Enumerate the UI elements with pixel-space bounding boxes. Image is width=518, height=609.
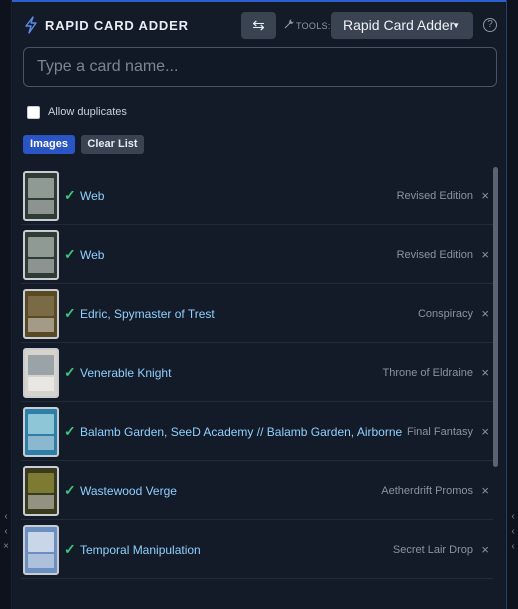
card-list-scrollbar[interactable] (493, 167, 498, 467)
check-icon: ✓ (64, 187, 76, 203)
card-list: ✓ Web Revised Edition × ✓ Web Revised Edition ×… (21, 166, 493, 609)
card-art (28, 178, 54, 198)
card-name-link[interactable]: Web (80, 189, 104, 203)
card-thumbnail[interactable] (23, 289, 59, 339)
card-text-box (28, 377, 54, 391)
images-button[interactable]: Images (23, 135, 75, 154)
app-frame: ‹ ‹ × ‹ ‹ ‹ RAPID CARD ADDER ⇆ TOOLS: Ra… (0, 0, 518, 609)
check-icon: ✓ (64, 423, 76, 439)
check-icon: ✓ (64, 246, 76, 262)
help-icon[interactable]: ? (483, 18, 497, 32)
card-art (28, 237, 54, 257)
chevron-left-icon[interactable]: ‹ (4, 525, 7, 538)
check-icon: ✓ (64, 541, 76, 557)
card-row[interactable]: ✓ Venerable Knight Throne of Eldraine × (21, 343, 493, 402)
card-art (28, 355, 54, 375)
card-art (28, 473, 54, 493)
rapid-card-adder-panel: RAPID CARD ADDER ⇆ TOOLS: Rapid Card Add… (13, 2, 505, 609)
card-row[interactable]: ✓ Balamb Garden, SeeD Academy // Balamb G… (21, 402, 493, 461)
card-thumbnail[interactable] (23, 525, 59, 575)
card-name-link[interactable]: Web (80, 248, 104, 262)
card-set-name: Conspiracy (417, 308, 473, 320)
card-row[interactable]: ✓ Web Revised Edition × (21, 225, 493, 284)
caret-down-icon: ▼ (452, 21, 460, 30)
left-rail-arrows[interactable]: ‹ ‹ × (0, 510, 12, 553)
left-rail: ‹ ‹ × (0, 0, 12, 609)
card-text-box (28, 495, 54, 509)
right-rail: ‹ ‹ ‹ (506, 0, 518, 609)
lightning-icon (25, 16, 37, 34)
card-set-name: Throne of Eldraine (382, 367, 474, 379)
card-name-link[interactable]: Edric, Spymaster of Trest (80, 307, 215, 321)
tool-select-value: Rapid Card Adder (343, 17, 455, 33)
card-row[interactable]: ✓ Wastewood Verge Aetherdrift Promos × (21, 461, 493, 520)
card-thumbnail[interactable] (23, 407, 59, 457)
tool-select-dropdown[interactable]: Rapid Card Adder ▼ (331, 12, 473, 39)
chevron-left-icon[interactable]: ‹ (511, 540, 514, 553)
panel-title: RAPID CARD ADDER (45, 18, 189, 33)
card-text-box (28, 554, 54, 568)
remove-icon[interactable]: × (481, 247, 489, 262)
check-icon: ✓ (64, 482, 76, 498)
card-set-name: Revised Edition (396, 190, 473, 202)
chevron-left-icon[interactable]: ‹ (4, 510, 7, 523)
remove-icon[interactable]: × (481, 306, 489, 321)
wrench-icon (284, 19, 294, 29)
allow-duplicates-option[interactable]: Allow duplicates (27, 104, 127, 120)
remove-icon[interactable]: × (481, 424, 489, 439)
allow-duplicates-checkbox[interactable] (27, 105, 40, 119)
tools-label: TOOLS: (296, 21, 331, 31)
card-thumbnail[interactable] (23, 171, 59, 221)
card-name-search-input[interactable] (23, 47, 497, 87)
card-text-box (28, 436, 54, 450)
clear-list-button[interactable]: Clear List (81, 135, 144, 154)
check-icon: ✓ (64, 305, 76, 321)
check-icon: ✓ (64, 364, 76, 380)
right-rail-arrows[interactable]: ‹ ‹ ‹ (507, 510, 518, 553)
card-set-name: Secret Lair Drop (392, 544, 473, 556)
card-text-box (28, 200, 54, 214)
card-name-link[interactable]: Balamb Garden, SeeD Academy // Balamb Ga… (80, 425, 402, 439)
card-name-link[interactable]: Wastewood Verge (80, 484, 177, 498)
card-name-link[interactable]: Venerable Knight (80, 366, 171, 380)
card-thumbnail[interactable] (23, 466, 59, 516)
card-text-box (28, 318, 54, 332)
card-art (28, 414, 54, 434)
remove-icon[interactable]: × (481, 483, 489, 498)
card-set-name: Aetherdrift Promos (381, 485, 473, 497)
swap-button[interactable]: ⇆ (241, 12, 276, 39)
remove-icon[interactable]: × (481, 188, 489, 203)
chevron-left-icon[interactable]: ‹ (511, 525, 514, 538)
panel-header: RAPID CARD ADDER ⇆ TOOLS: Rapid Card Add… (13, 2, 505, 46)
card-row[interactable]: ✓ Temporal Manipulation Secret Lair Drop × (21, 520, 493, 579)
allow-duplicates-label: Allow duplicates (48, 106, 127, 118)
close-icon[interactable]: × (3, 540, 9, 553)
card-art (28, 296, 54, 316)
card-row[interactable]: ✓ Web Revised Edition × (21, 166, 493, 225)
card-set-name: Revised Edition (396, 249, 473, 261)
card-text-box (28, 259, 54, 273)
card-art (28, 532, 54, 552)
chevron-left-icon[interactable]: ‹ (511, 510, 514, 523)
card-name-link[interactable]: Temporal Manipulation (80, 543, 201, 557)
swap-icon: ⇆ (252, 17, 265, 34)
card-row[interactable]: ✓ Edric, Spymaster of Trest Conspiracy × (21, 284, 493, 343)
card-thumbnail[interactable] (23, 230, 59, 280)
card-set-name: Final Fantasy (406, 426, 473, 438)
remove-icon[interactable]: × (481, 542, 489, 557)
remove-icon[interactable]: × (481, 365, 489, 380)
card-thumbnail[interactable] (23, 348, 59, 398)
